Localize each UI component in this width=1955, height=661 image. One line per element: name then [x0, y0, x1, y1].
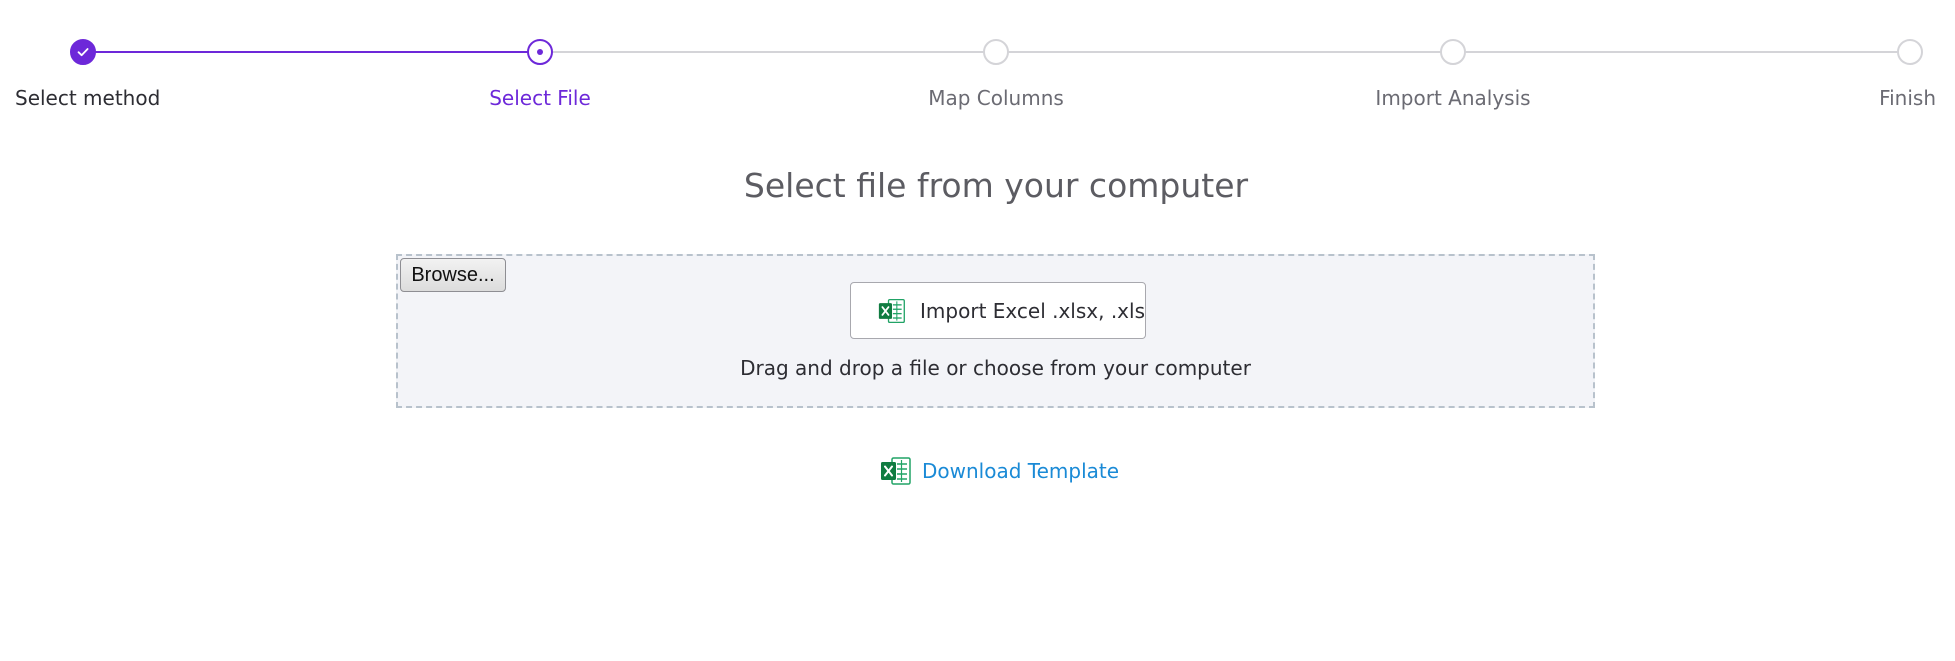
- check-icon: [77, 48, 89, 57]
- step-3-indicator: [983, 39, 1009, 65]
- browse-button[interactable]: Browse...: [400, 258, 506, 292]
- file-dropzone[interactable]: Browse... Import Excel .xlsx, .xls Drag …: [396, 254, 1595, 408]
- import-excel-label: Import Excel .xlsx, .xls: [920, 298, 1145, 323]
- progress-track-remaining: [540, 51, 1910, 53]
- step-label-import-analysis: Import Analysis: [1375, 86, 1531, 110]
- drop-hint-text: Drag and drop a file or choose from your…: [740, 356, 1251, 380]
- step-4-indicator: [1440, 39, 1466, 65]
- progress-track-completed: [83, 51, 540, 53]
- step-5-indicator: [1897, 39, 1923, 65]
- page-title: Select file from your computer: [743, 166, 1249, 205]
- step-2-current-indicator: [527, 39, 553, 65]
- excel-icon: [881, 457, 911, 485]
- step-label-select-method: Select method: [15, 86, 161, 110]
- step-label-select-file: Select File: [489, 86, 591, 110]
- import-excel-button[interactable]: Import Excel .xlsx, .xls: [850, 282, 1146, 339]
- step-label-map-columns: Map Columns: [928, 86, 1064, 110]
- import-stepper: Select method Select File Map Columns Im…: [0, 0, 1955, 130]
- step-label-finish: Finish: [1879, 86, 1936, 110]
- step-1-completed-indicator: [70, 39, 96, 65]
- excel-icon: [878, 298, 905, 323]
- download-template-label: Download Template: [922, 459, 1120, 483]
- download-template-link[interactable]: Download Template: [880, 455, 1119, 487]
